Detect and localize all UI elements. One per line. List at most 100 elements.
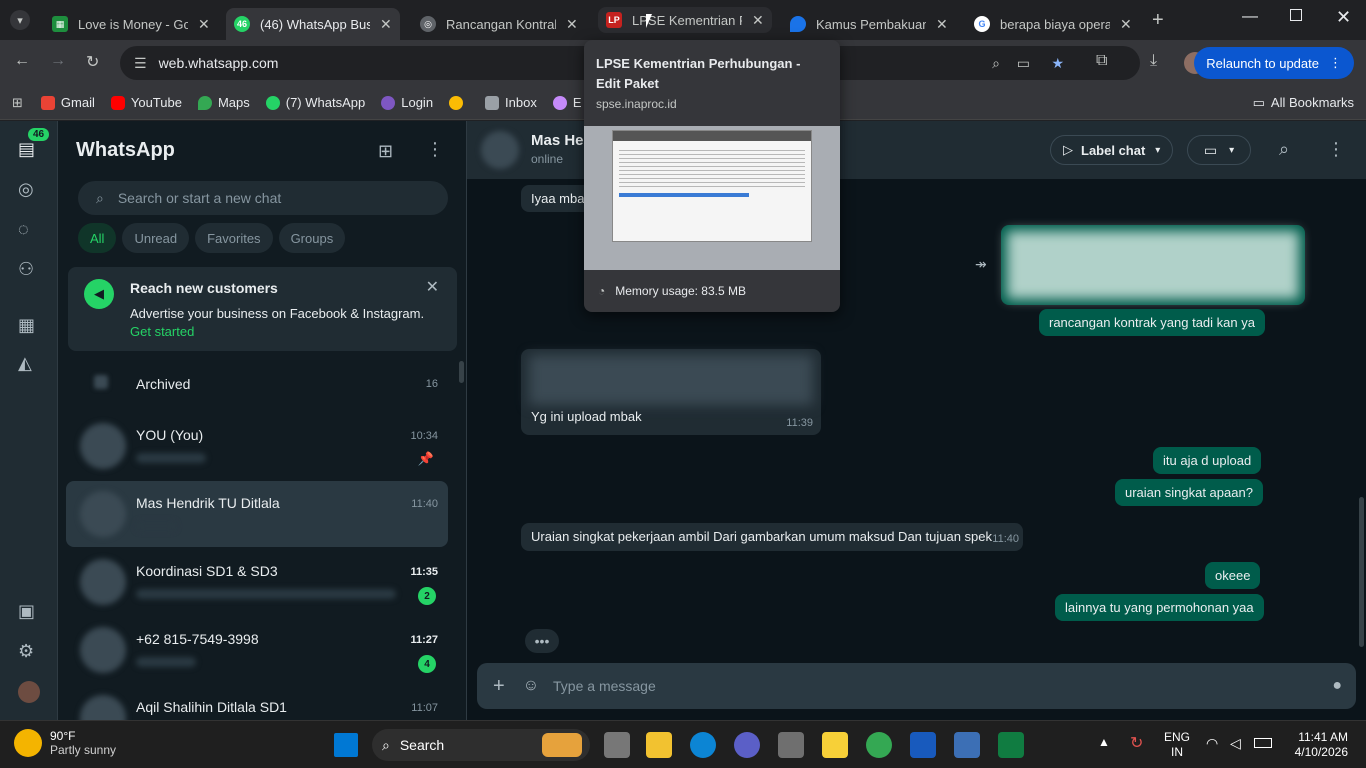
close-icon[interactable]: ✕ <box>752 12 764 29</box>
filter-all[interactable]: All <box>78 223 117 253</box>
excel-icon[interactable] <box>998 732 1024 758</box>
channels-icon[interactable]: ◌ <box>18 219 29 240</box>
minimize-button[interactable]: — <box>1242 8 1258 26</box>
battery-icon[interactable] <box>1254 738 1272 748</box>
chat-row[interactable]: Koordinasi SD1 & SD3 11:35 2 <box>66 549 448 615</box>
back-icon[interactable]: ← <box>14 52 30 70</box>
tab-google-search[interactable]: G berapa biaya operasi ✕ <box>966 8 1140 40</box>
download-icon[interactable]: ⤓ <box>1150 52 1157 70</box>
chat-row[interactable]: +62 815-7549-3998 11:27 4 <box>66 617 448 683</box>
close-icon[interactable]: ✕ <box>380 16 392 33</box>
tab-kamus[interactable]: Kamus Pembakuan S ✕ <box>782 8 956 40</box>
copilot-icon[interactable] <box>734 732 760 758</box>
tab-title: Kamus Pembakuan S <box>816 16 926 32</box>
forward-icon[interactable]: ↠ <box>975 256 987 273</box>
new-chat-icon[interactable]: ⊞ <box>378 141 393 162</box>
install-app-icon[interactable]: ▭ <box>1017 55 1030 72</box>
chats-icon[interactable]: ▤ <box>18 139 35 160</box>
filter-unread[interactable]: Unread <box>122 223 190 253</box>
apps-icon[interactable]: ⊞ <box>12 95 23 111</box>
label-chat-button[interactable]: ▷ Label chat ▾ <box>1050 135 1174 165</box>
chat-row[interactable]: Aqil Shalihin Ditlala SD1 11:07 <box>66 685 448 721</box>
status-icon[interactable]: ◎ <box>18 179 34 200</box>
scrollbar[interactable] <box>459 361 464 383</box>
sticky-notes-icon[interactable] <box>822 732 848 758</box>
profile-avatar[interactable] <box>18 681 40 703</box>
microphone-icon[interactable]: ● <box>1332 677 1342 695</box>
bookmark-star-icon[interactable]: ★ <box>1051 55 1064 72</box>
preview-progress <box>619 193 749 197</box>
promo-cta[interactable]: Get started <box>130 324 194 339</box>
catalog-icon[interactable]: ▦ <box>18 315 35 336</box>
image-message-out[interactable] <box>1001 225 1305 305</box>
close-icon[interactable]: ✕ <box>426 277 439 297</box>
ads-icon[interactable]: ◭ <box>18 353 32 374</box>
close-window-button[interactable]: ✕ <box>1336 7 1351 28</box>
zoom-icon[interactable]: ⌕ <box>992 55 1000 72</box>
wifi-icon[interactable]: ◠ <box>1206 735 1218 752</box>
message-input[interactable]: Type a message <box>553 678 1332 694</box>
clock[interactable]: 11:41 AM 4/10/2026 <box>1292 730 1348 760</box>
start-button[interactable] <box>334 733 358 757</box>
chrome-icon[interactable] <box>866 732 892 758</box>
tab-love-is-money[interactable]: ▦ Love is Money - Goo ✕ <box>44 8 218 40</box>
site-info-icon[interactable]: ☰ <box>134 55 147 72</box>
taskbar-search[interactable]: ⌕ Search <box>372 729 590 761</box>
chat-row-selected[interactable]: Mas Hendrik TU Ditlala 11:40 <box>66 481 448 547</box>
close-icon[interactable]: ✕ <box>566 16 578 33</box>
edge-icon[interactable] <box>690 732 716 758</box>
archived-row[interactable]: Archived 16 <box>66 359 448 409</box>
message-in: Uraian singkat pekerjaan ambil Dari gamb… <box>521 523 1023 551</box>
language-indicator[interactable]: ENG IN <box>1164 730 1190 760</box>
tab-lpse[interactable]: LP LPSE Kementrian Perl ✕ <box>598 7 772 33</box>
weather-widget[interactable]: 90°F Partly sunny <box>14 729 116 757</box>
tray-chevron-up-icon[interactable]: ▲ <box>1098 735 1110 749</box>
all-bookmarks[interactable]: ▭ All Bookmarks <box>1253 95 1354 111</box>
settings-icon[interactable]: ⚙ <box>18 641 34 662</box>
bookmark-inbox[interactable]: Inbox <box>485 95 537 110</box>
tab-whatsapp[interactable]: 46 (46) WhatsApp Busine ✕ <box>226 8 400 40</box>
extensions-icon[interactable]: ⧉ <box>1096 52 1107 70</box>
message-time: 11:40 <box>992 533 1019 545</box>
bookmark-youtube[interactable]: YouTube <box>110 95 182 110</box>
close-icon[interactable]: ✕ <box>936 16 948 33</box>
tab-rancangan-kontrak[interactable]: ◎ Rancangan Kontrak P ✕ <box>412 8 586 40</box>
communities-icon[interactable]: ⚇ <box>18 259 34 280</box>
close-icon[interactable]: ✕ <box>198 16 210 33</box>
chat-row[interactable]: YOU (You) 10:34 📌 <box>66 413 448 479</box>
volume-icon[interactable]: ◁ <box>1230 735 1241 752</box>
emoji-icon[interactable]: ☺ <box>523 677 539 695</box>
video-call-button[interactable]: ▭ ▾ <box>1187 135 1251 165</box>
bookmark-e[interactable]: E <box>552 95 582 110</box>
bookmark-maps[interactable]: Maps <box>197 95 250 110</box>
bookmark-pinwheel[interactable] <box>449 95 469 110</box>
image-message-in[interactable]: Yg ini upload mbak 11:39 <box>521 349 821 435</box>
menu-icon[interactable]: ⋮ <box>426 139 444 160</box>
scrollbar[interactable] <box>1359 497 1364 647</box>
search-icon: ⌕ <box>96 189 104 206</box>
search-icon[interactable]: ⌕ <box>1279 139 1289 160</box>
sync-icon[interactable]: ↻ <box>1130 733 1143 753</box>
new-tab-button[interactable]: + <box>1152 9 1164 32</box>
reload-icon[interactable]: ↻ <box>86 52 99 72</box>
bookmark-whatsapp[interactable]: (7) WhatsApp <box>265 95 365 110</box>
camera-icon[interactable] <box>778 732 804 758</box>
menu-icon[interactable]: ⋮ <box>1327 139 1345 160</box>
tab-search-button[interactable]: ▾ <box>10 10 30 30</box>
relaunch-button[interactable]: Relaunch to update ⋮ <box>1194 47 1354 79</box>
calculator-icon[interactable] <box>954 732 980 758</box>
filter-groups[interactable]: Groups <box>278 223 346 253</box>
filter-favorites[interactable]: Favorites <box>195 223 273 253</box>
media-icon[interactable]: ▣ <box>18 601 35 622</box>
bookmark-login[interactable]: Login <box>381 95 433 110</box>
close-icon[interactable]: ✕ <box>1120 16 1132 33</box>
word-icon[interactable] <box>910 732 936 758</box>
file-explorer-icon[interactable] <box>646 732 672 758</box>
search-input[interactable]: ⌕ Search or start a new chat <box>78 181 448 215</box>
bookmark-gmail[interactable]: Gmail <box>40 95 95 110</box>
task-view-icon[interactable] <box>604 732 630 758</box>
maximize-button[interactable] <box>1290 9 1302 21</box>
forward-icon[interactable]: → <box>50 52 66 70</box>
contact-avatar[interactable] <box>481 131 519 169</box>
plus-icon[interactable]: + <box>493 675 505 698</box>
